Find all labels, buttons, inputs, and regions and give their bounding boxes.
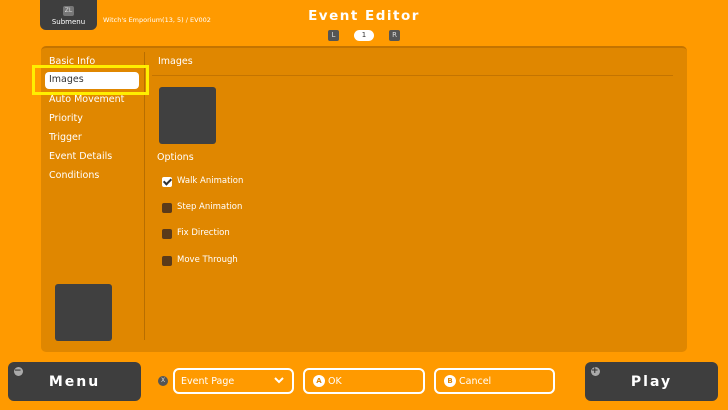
menu-button[interactable]: − Menu bbox=[8, 362, 141, 401]
options-heading: Options bbox=[157, 152, 194, 163]
option-label: Walk Animation bbox=[177, 176, 244, 186]
page-right-key[interactable]: R bbox=[389, 30, 400, 41]
sidebar-item-event-details[interactable]: Event Details bbox=[49, 151, 112, 162]
option-label: Fix Direction bbox=[177, 228, 230, 238]
ok-button-label: OK bbox=[328, 375, 342, 387]
option-label: Move Through bbox=[177, 255, 238, 265]
event-page-dropdown[interactable]: Event Page bbox=[173, 368, 294, 394]
option-label: Step Animation bbox=[177, 202, 243, 212]
page-title: Event Editor bbox=[308, 8, 420, 24]
sidebar-item-trigger[interactable]: Trigger bbox=[49, 132, 82, 143]
cancel-button-label: Cancel bbox=[459, 375, 492, 387]
b-key-icon: B bbox=[444, 375, 456, 387]
x-key-icon: X bbox=[158, 376, 168, 386]
checkbox-icon bbox=[162, 256, 172, 266]
ok-button[interactable]: A OK bbox=[303, 368, 425, 394]
page-left-key[interactable]: L bbox=[328, 30, 339, 41]
a-key-icon: A bbox=[313, 375, 325, 387]
checkmark-icon bbox=[162, 177, 172, 187]
section-title: Images bbox=[158, 56, 193, 67]
image-picker[interactable] bbox=[159, 87, 216, 144]
menu-button-label: Menu bbox=[48, 373, 101, 390]
selection-highlight bbox=[32, 65, 149, 95]
sidebar-divider bbox=[144, 52, 145, 340]
event-preview-thumbnail bbox=[55, 284, 112, 341]
page-indicator[interactable]: 1 bbox=[354, 30, 374, 41]
chevron-down-icon bbox=[274, 377, 284, 384]
checkbox-icon bbox=[162, 203, 172, 213]
sidebar-item-auto-movement[interactable]: Auto Movement bbox=[49, 94, 124, 105]
minus-key-icon: − bbox=[14, 366, 24, 376]
play-button[interactable]: + Play bbox=[585, 362, 718, 401]
plus-key-icon: + bbox=[591, 366, 601, 376]
checkbox-icon bbox=[162, 229, 172, 239]
cancel-button[interactable]: B Cancel bbox=[434, 368, 555, 394]
event-page-label: Event Page bbox=[181, 375, 235, 387]
section-divider bbox=[152, 75, 673, 76]
sidebar-item-priority[interactable]: Priority bbox=[49, 113, 83, 124]
sidebar-item-conditions[interactable]: Conditions bbox=[49, 170, 99, 181]
play-button-label: Play bbox=[630, 373, 673, 390]
